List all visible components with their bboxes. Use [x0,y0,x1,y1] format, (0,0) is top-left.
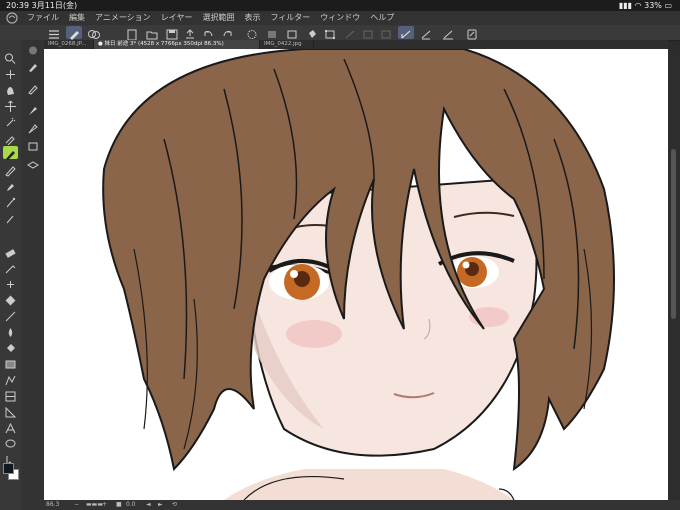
status-time: 20:39 [6,1,30,10]
fill-bucket-tool-icon[interactable] [3,340,18,353]
frame-icon[interactable] [3,388,18,402]
grid-snap-icon[interactable] [440,26,456,40]
scrollbar-thumb[interactable] [671,149,676,319]
tab-img-0268-label: IMG_0268.JP... [48,41,87,47]
subtool-gpen-icon[interactable] [26,102,40,115]
pencil-icon[interactable] [3,162,18,177]
wifi-icon: ◠ [634,1,642,10]
zoom-slider[interactable]: ▬▬▬ [86,500,103,510]
disabled-tool-icon[interactable] [342,26,358,39]
rotation-value[interactable]: 0.0 [126,500,136,510]
vertical-scrollbar[interactable] [668,49,680,500]
airbrush-icon[interactable] [3,194,18,208]
subtool-folder-icon[interactable] [26,138,40,151]
line-icon[interactable] [3,308,18,322]
menu-edit[interactable]: 編集 [69,11,85,25]
drawing-canvas[interactable] [44,49,668,500]
menu-filter[interactable]: フィルター [270,11,310,25]
zoom-value[interactable]: 86.3 [46,500,59,510]
gradient-icon[interactable] [3,356,18,369]
rotate-right-icon[interactable]: ► [158,500,163,510]
menu-layer[interactable]: レイヤー [161,11,193,25]
menu-window[interactable]: ウィンドウ [320,11,360,25]
auto-select-icon[interactable] [3,114,18,127]
ruler-snap-icon[interactable] [398,26,414,39]
signal-icon: ▮▮▮ [618,1,633,10]
special-ruler-snap-icon[interactable] [418,26,434,40]
edit-icon[interactable] [464,26,480,40]
menu-view[interactable]: 表示 [244,11,260,25]
canvas-bottom-bar: 86.3 − ▬▬▬ + ■ 0.0 ◄ ► ⟲ [44,500,680,510]
new-file-icon[interactable] [124,26,140,41]
eyedropper-icon[interactable] [3,130,18,146]
battery-percent: 33% [644,1,662,10]
menu-selection[interactable]: 選択範囲 [202,11,234,25]
menu-bar: ファイル 編集 アニメーション レイヤー 選択範囲 表示 フィルター ウィンドウ… [0,11,680,25]
document-tabs: IMG_0268.JP... ● 妹日 前途 3* (4528 x 7766px… [44,40,668,49]
move-icon[interactable] [3,66,18,79]
menu-items: ファイル 編集 アニメーション レイヤー 選択範囲 表示 フィルター ウィンドウ… [27,11,394,25]
figure-icon[interactable] [3,372,18,386]
flip-icon[interactable]: ⟲ [172,500,177,510]
tab-img-0268[interactable]: IMG_0268.JP... [44,40,94,49]
balloon-icon[interactable] [3,436,18,449]
decoration-icon[interactable] [3,210,18,224]
quick-access-brush-icon[interactable] [66,26,82,40]
status-time-date: 20:39 3月11日(金) [6,0,77,11]
open-folder-icon[interactable] [144,26,160,40]
tab-img-0422-label: IMG_0422.jpg [264,41,302,47]
disabled-tool-icon-2[interactable] [360,26,376,39]
rotate-left-icon[interactable]: ◄ [146,500,151,510]
eraser-icon[interactable] [3,244,18,258]
fill-icon[interactable] [3,324,18,337]
subtool-palette [21,40,45,510]
zoom-icon[interactable] [3,50,18,64]
subtool-ink-icon[interactable] [26,120,40,134]
fill-bucket-icon[interactable] [304,26,320,39]
disabled-tool-icon-3[interactable] [378,26,394,39]
subtool-layers-icon[interactable] [26,158,40,171]
artwork-illustration [102,49,615,500]
pen-eraser-icon[interactable] [3,292,18,306]
hand-icon[interactable] [3,82,18,95]
tab-active-document[interactable]: ● 妹日 前途 3* (4528 x 7766px 350dpi 86.3%) [94,40,260,49]
export-icon[interactable] [182,26,198,39]
fill-layer-icon[interactable] [264,26,280,39]
undo-icon[interactable] [200,26,216,39]
redo-icon[interactable] [220,26,236,39]
status-date: 3月11日(金) [31,1,78,10]
color-icon[interactable] [86,26,102,39]
zoom-in-icon[interactable]: + [102,500,107,510]
menu-animation[interactable]: アニメーション [95,11,151,25]
status-right: ▮▮▮ ◠ 33% ▭ [619,0,672,11]
erase-selection-icon[interactable] [284,26,300,39]
subtool-menu-icon[interactable] [26,42,40,55]
ios-status-bar: 20:39 3月11日(金) ▮▮▮ ◠ 33% ▭ [0,0,680,11]
blend-icon[interactable] [3,260,18,274]
text-icon[interactable] [3,420,18,434]
menu-file[interactable]: ファイル [27,11,59,25]
foreground-color-swatch[interactable] [3,463,14,474]
tab-active-label: ● 妹日 前途 3* (4528 x 7766px 350dpi 86.3%) [98,41,224,47]
move-layer-icon[interactable] [3,98,18,112]
zoom-out-icon[interactable]: − [74,500,79,510]
battery-icon: ▭ [664,1,672,10]
save-icon[interactable] [164,26,180,40]
hamburger-menu-icon[interactable] [46,26,62,39]
rotation-indicator-icon: ■ [116,501,122,508]
subtool-pen-icon[interactable] [26,58,40,72]
tab-img-0422[interactable]: IMG_0422.jpg [260,40,314,49]
app-logo-icon[interactable] [6,12,18,24]
clear-selection-icon[interactable] [244,26,260,39]
transform-icon[interactable] [322,26,338,39]
command-toolbar [0,25,680,41]
subtool-marker-icon[interactable] [26,80,40,95]
brush-icon[interactable] [3,178,18,191]
ruler-icon[interactable] [3,404,18,418]
menu-help[interactable]: ヘルプ [370,11,394,25]
add-point-icon[interactable] [3,276,18,289]
pen-tool-icon[interactable] [3,146,18,160]
tool-palette [0,40,22,510]
